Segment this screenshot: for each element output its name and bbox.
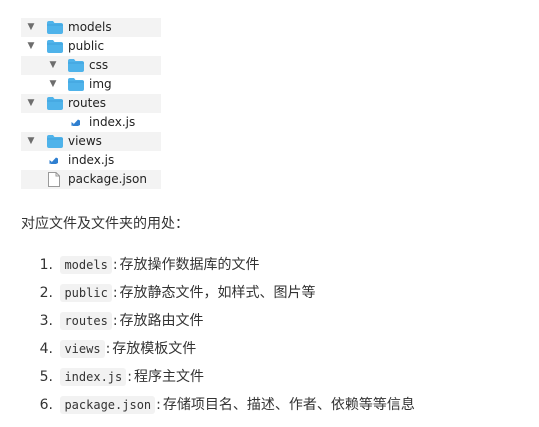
tree-item-css[interactable]: ▼ css <box>21 56 161 75</box>
usage-list: 1. models: 存放操作数据库的文件 2. public: 存放静态文件，如样… <box>21 255 415 423</box>
list-item: 4. views: 存放模板文件 <box>21 339 415 367</box>
code-span: package.json <box>60 396 156 414</box>
file-icon <box>48 172 60 187</box>
list-text: 存储项目名、描述、作者、依赖等等信息 <box>162 397 415 413</box>
list-number: 5. <box>39 369 53 385</box>
disclosure-triangle-icon[interactable]: ▼ <box>48 75 58 94</box>
code-span: public <box>60 284 112 302</box>
list-item: 6. package.json: 存储项目名、描述、作者、依赖等等信息 <box>21 395 415 423</box>
tree-item-models[interactable]: ▼ models <box>21 18 161 37</box>
list-text: 存放模板文件 <box>112 341 197 357</box>
code-span: routes <box>60 312 112 330</box>
code-span: views <box>60 340 105 358</box>
file-tree: ▼ models ▼ public ▼ css ▼ img ▼ routes i… <box>21 18 161 189</box>
tree-item-views[interactable]: ▼ views <box>21 132 161 151</box>
separator: : <box>112 285 118 301</box>
separator: : <box>127 369 132 385</box>
folder-icon <box>47 97 63 110</box>
tree-item-img[interactable]: ▼ img <box>21 75 161 94</box>
list-text: 存放操作数据库的文件 <box>119 257 260 273</box>
tree-item-label: models <box>68 20 112 34</box>
folder-icon <box>68 59 84 72</box>
tree-item-label: css <box>89 58 109 72</box>
list-text: 程序主文件 <box>133 369 204 385</box>
separator: : <box>112 257 118 273</box>
code-span: index.js <box>60 368 127 386</box>
disclosure-triangle-icon[interactable]: ▼ <box>26 132 36 151</box>
tree-item-public[interactable]: ▼ public <box>21 37 161 56</box>
folder-icon <box>47 135 63 148</box>
tree-item-index-js[interactable]: index.js <box>21 151 161 170</box>
tree-item-package-json[interactable]: package.json <box>21 170 161 189</box>
tree-item-label: public <box>68 39 105 53</box>
list-item: 1. models: 存放操作数据库的文件 <box>21 255 415 283</box>
folder-icon <box>47 40 63 53</box>
separator: : <box>105 341 111 357</box>
folder-icon <box>68 78 84 91</box>
list-item: 3. routes: 存放路由文件 <box>21 311 415 339</box>
javascript-file-icon <box>49 157 58 164</box>
tree-item-label: index.js <box>68 153 115 167</box>
list-item: 5. index.js: 程序主文件 <box>21 367 415 395</box>
disclosure-triangle-icon[interactable]: ▼ <box>26 94 36 113</box>
folder-icon <box>47 21 63 34</box>
separator: : <box>156 397 161 413</box>
list-number: 1. <box>39 257 53 273</box>
tree-item-label: index.js <box>89 115 136 129</box>
tree-item-routes[interactable]: ▼ routes <box>21 94 161 113</box>
tree-item-label: img <box>89 77 112 91</box>
disclosure-triangle-icon[interactable]: ▼ <box>26 37 36 56</box>
tree-item-routes-index-js[interactable]: index.js <box>21 113 161 132</box>
intro-text: 对应文件及文件夹的用处： <box>21 216 189 232</box>
list-number: 2. <box>39 285 53 301</box>
tree-item-label: views <box>68 134 102 148</box>
code-span: models <box>60 256 112 274</box>
list-text: 存放路由文件 <box>119 313 204 329</box>
list-item: 2. public: 存放静态文件，如样式、图片等 <box>21 283 415 311</box>
disclosure-triangle-icon[interactable]: ▼ <box>48 56 58 75</box>
list-number: 6. <box>39 397 53 413</box>
tree-item-label: routes <box>68 96 106 110</box>
tree-item-label: package.json <box>68 172 148 186</box>
list-number: 4. <box>39 341 53 357</box>
javascript-file-icon <box>71 119 80 126</box>
separator: : <box>112 313 118 329</box>
list-text: 存放静态文件，如样式、图片等 <box>119 285 316 301</box>
list-number: 3. <box>39 313 53 329</box>
disclosure-triangle-icon[interactable]: ▼ <box>26 18 36 37</box>
